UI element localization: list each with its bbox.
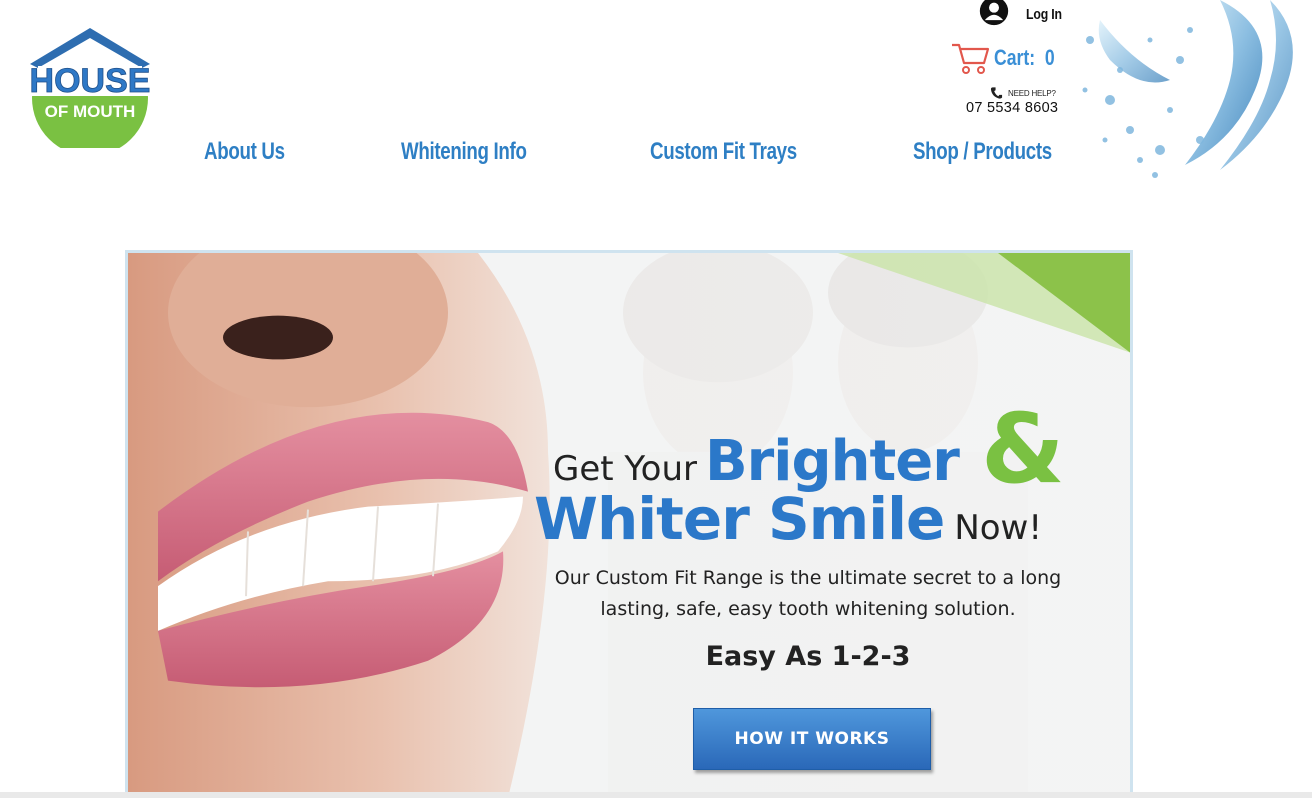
hero-subtitle-line1: Our Custom Fit Range is the ultimate sec… <box>554 567 1062 589</box>
hero-get-your: Get Your <box>553 449 697 489</box>
nav-shop-products[interactable]: Shop / Products <box>913 138 1052 166</box>
house-of-mouth-logo[interactable]: HOUSE OF MOUTH <box>26 26 154 148</box>
bottom-scroll-strip <box>0 792 1312 798</box>
cart-count: 0 <box>1044 45 1055 70</box>
nav-custom-fit-trays[interactable]: Custom Fit Trays <box>650 138 797 166</box>
nav-whitening-info[interactable]: Whitening Info <box>401 138 527 166</box>
need-help: NEED HELP? <box>990 86 1056 100</box>
hero-whiter-smile: Whiter Smile <box>534 485 945 553</box>
cart-text: Cart: <box>994 45 1036 70</box>
cart-label: Cart: 0 <box>994 45 1055 71</box>
phone-number[interactable]: 07 5534 8603 <box>966 100 1058 116</box>
hero-headline-line2: Whiter Smile Now! <box>534 485 1042 553</box>
login-button[interactable]: Log In <box>976 0 1070 28</box>
nav-about-us[interactable]: About Us <box>204 138 285 166</box>
hero-ampersand: & <box>981 393 1065 505</box>
how-it-works-button[interactable]: HOW IT WORKS <box>693 708 931 770</box>
avatar-icon <box>979 0 1009 26</box>
hero-banner: Get Your Brighter & Whiter Smile Now! Our … <box>125 250 1133 798</box>
logo-text-house: HOUSE <box>30 62 151 100</box>
need-help-label: NEED HELP? <box>1008 88 1056 98</box>
phone-icon <box>990 87 1003 99</box>
cart-button[interactable]: Cart: 0 <box>950 40 1070 76</box>
hero-subtitle-line2: lasting, safe, easy tooth whitening solu… <box>600 598 1016 620</box>
main-nav: About Us Whitening Info Custom Fit Trays… <box>0 138 1312 172</box>
cart-icon <box>952 43 990 74</box>
hero-easy-123: Easy As 1-2-3 <box>705 641 911 672</box>
logo-text-of-mouth: OF MOUTH <box>45 102 136 121</box>
hero-now: Now! <box>954 508 1042 548</box>
login-label: Log In <box>1026 5 1062 23</box>
hero-subtitle: Our Custom Fit Range is the ultimate sec… <box>508 563 1108 625</box>
logo-graphic: HOUSE OF MOUTH <box>29 28 151 148</box>
